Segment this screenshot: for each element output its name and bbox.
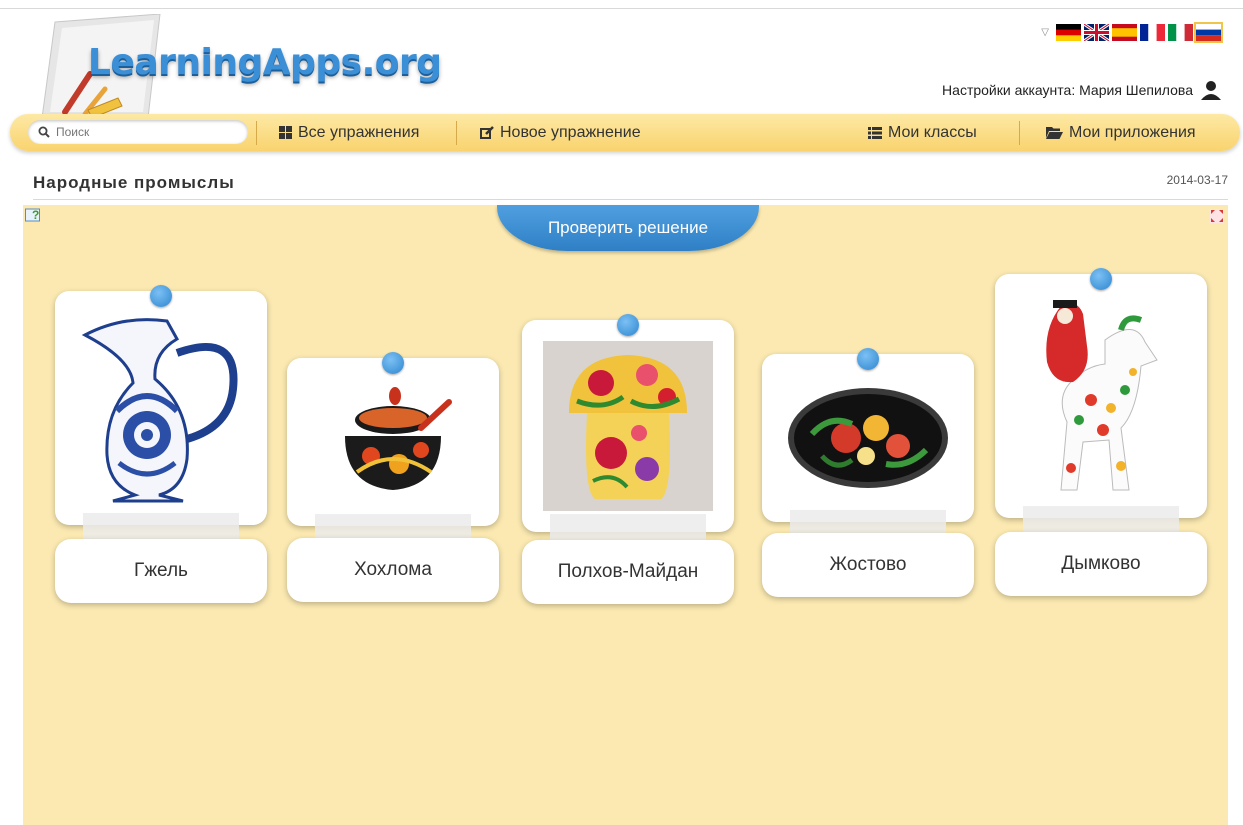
flag-es-icon[interactable] (1112, 24, 1137, 41)
exercise-title: Народные промыслы (33, 173, 235, 192)
zhostovo-tray-image (788, 388, 948, 488)
exercise-date: 2014-03-17 (1166, 173, 1228, 187)
edit-icon (480, 125, 494, 139)
search-box[interactable] (28, 120, 248, 144)
dropdown-caret-icon[interactable]: ▽ (1041, 27, 1049, 38)
main-navbar: Все упражнения Новое упражнение Мои клас… (10, 114, 1240, 151)
pin-icon (150, 285, 172, 307)
help-icon[interactable]: ? (25, 207, 43, 223)
image-card[interactable] (995, 274, 1207, 518)
nav-all-exercises-label: Все упражнения (298, 123, 420, 141)
fullscreen-icon[interactable] (1210, 209, 1224, 223)
khokhloma-bowl-image (345, 387, 452, 490)
image-card[interactable] (522, 320, 734, 532)
search-input[interactable] (54, 124, 238, 140)
nav-separator (456, 121, 457, 145)
card-label[interactable]: Полхов-Майдан (522, 540, 734, 604)
nav-my-classes-label: Мои классы (888, 123, 977, 141)
card-label[interactable]: Дымково (995, 532, 1207, 596)
gzhel-jug-image (81, 318, 238, 503)
dymkovo-toy-image (1046, 300, 1158, 491)
image-card[interactable] (287, 358, 499, 526)
account-settings[interactable]: Настройки аккаунта: Мария Шепилова (942, 80, 1221, 100)
logo-text[interactable]: LearningApps.org (88, 42, 442, 83)
exercise-area: ? Проверить решение Гжель Хохлома Полхов… (23, 205, 1228, 825)
search-icon (38, 126, 50, 138)
check-solution-button[interactable]: Проверить решение (497, 205, 759, 251)
list-icon (868, 126, 882, 139)
nav-my-apps-label: Мои приложения (1069, 123, 1196, 141)
flag-en-icon[interactable] (1084, 24, 1109, 41)
nav-new-exercise[interactable]: Новое упражнение (480, 114, 641, 151)
image-card[interactable] (55, 291, 267, 525)
card-label[interactable]: Жостово (762, 533, 974, 597)
pin-icon (382, 352, 404, 374)
card-label[interactable]: Хохлома (287, 538, 499, 602)
flag-ru-icon[interactable] (1194, 22, 1223, 43)
top-border (0, 8, 1243, 9)
nav-all-exercises[interactable]: Все упражнения (279, 114, 419, 151)
nav-separator (256, 121, 257, 145)
account-settings-link[interactable]: Настройки аккаунта: Мария Шепилова (942, 82, 1193, 98)
pin-icon (1090, 268, 1112, 290)
flag-de-icon[interactable] (1056, 24, 1081, 41)
folder-open-icon (1046, 127, 1063, 139)
nav-new-exercise-label: Новое упражнение (500, 123, 641, 141)
pin-icon (617, 314, 639, 336)
title-divider (33, 199, 1228, 200)
language-selector[interactable]: ▽ (1041, 22, 1223, 43)
polkhov-maidan-mushroom-image (543, 341, 713, 511)
pin-icon (857, 348, 879, 370)
card-label[interactable]: Гжель (55, 539, 267, 603)
user-icon[interactable] (1201, 80, 1221, 100)
flag-fr-icon[interactable] (1140, 24, 1165, 41)
flag-it-icon[interactable] (1168, 24, 1193, 41)
nav-my-apps[interactable]: Мои приложения (1046, 114, 1196, 151)
grid-icon (279, 126, 292, 139)
nav-my-classes[interactable]: Мои классы (868, 114, 977, 151)
nav-separator (1019, 121, 1020, 145)
image-card[interactable] (762, 354, 974, 522)
svg-text:?: ? (32, 208, 39, 222)
